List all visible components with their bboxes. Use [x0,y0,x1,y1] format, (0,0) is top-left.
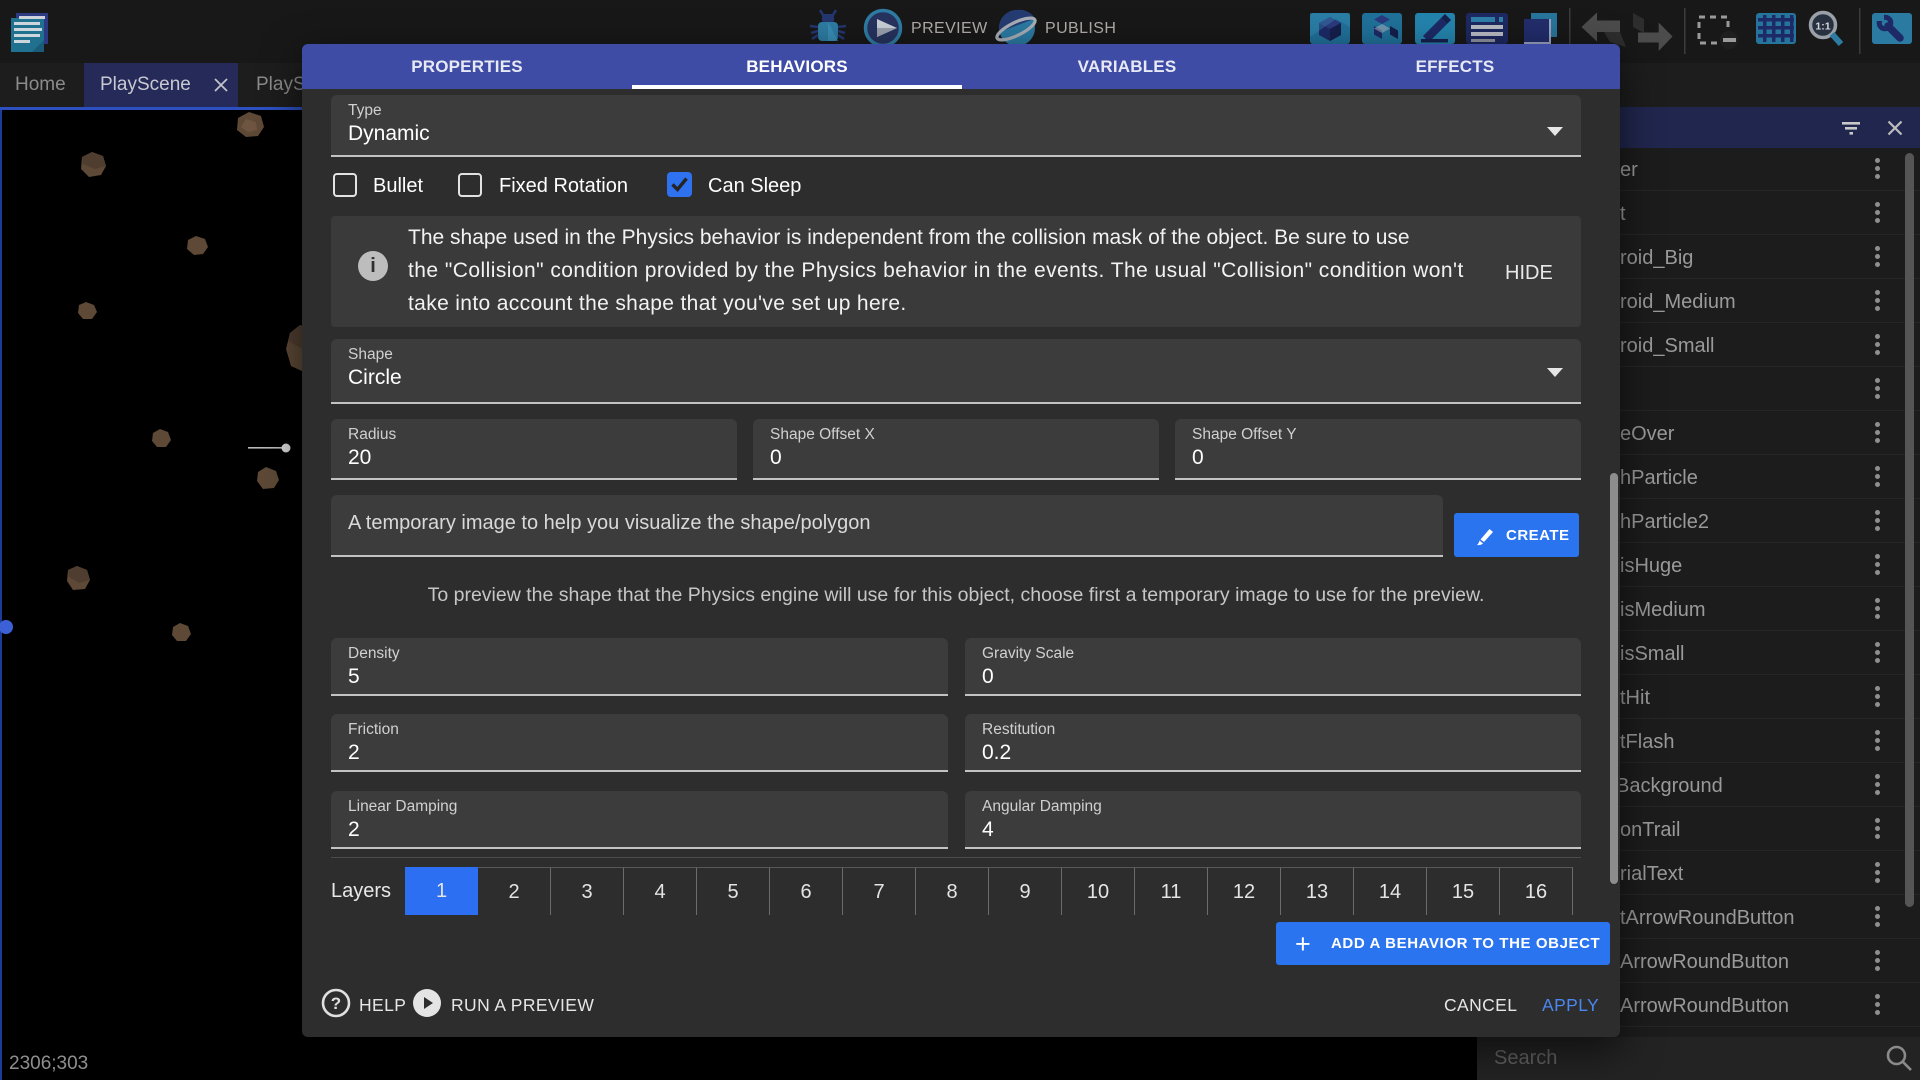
svg-text:?: ? [331,994,341,1013]
svg-text:1:1: 1:1 [1815,21,1830,33]
